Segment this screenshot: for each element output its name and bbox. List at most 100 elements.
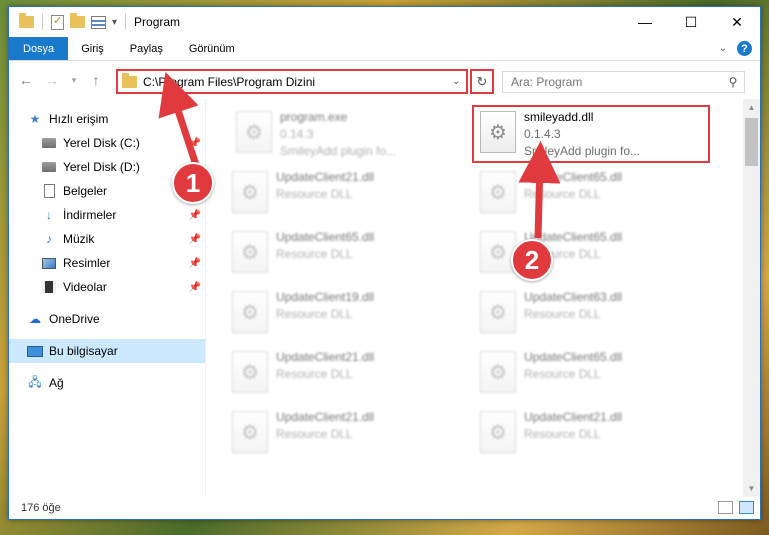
file-description: Resource DLL bbox=[524, 187, 601, 201]
file-name: UpdateClient19.dll bbox=[276, 290, 375, 304]
folder-icon bbox=[19, 13, 34, 28]
file-item[interactable]: ⚙ UpdateClient63.dll Resource DLL bbox=[480, 289, 716, 339]
file-description: Resource DLL bbox=[276, 427, 353, 441]
file-version: 0.14.3 bbox=[280, 127, 314, 141]
nav-label: Yerel Disk (D:) bbox=[63, 160, 140, 174]
search-input[interactable] bbox=[511, 75, 722, 89]
disk-icon bbox=[41, 159, 57, 175]
maximize-button[interactable]: ☐ bbox=[668, 7, 714, 37]
new-folder-icon[interactable] bbox=[70, 13, 85, 28]
toolbar-divider bbox=[42, 14, 43, 30]
nav-label: Belgeler bbox=[63, 184, 108, 198]
file-description: Resource DLL bbox=[524, 427, 601, 441]
dll-gear-icon: ⚙ bbox=[480, 351, 516, 393]
expand-ribbon-chevron-icon[interactable]: ⌄ bbox=[719, 43, 727, 54]
file-description: Resource DLL bbox=[276, 367, 353, 381]
file-name: UpdateClient21.dll bbox=[276, 410, 375, 424]
details-view-icon[interactable] bbox=[718, 501, 733, 514]
file-item[interactable]: ⚙ UpdateClient65.dll Resource DLL bbox=[480, 169, 716, 219]
customize-toolbar-chevron-icon[interactable]: ▾ bbox=[112, 17, 117, 28]
executable-icon: ⚙ bbox=[236, 111, 272, 153]
computer-icon bbox=[27, 343, 43, 359]
tiles-view-icon[interactable] bbox=[739, 501, 754, 514]
nav-label: Müzik bbox=[63, 232, 95, 246]
scrollbar-thumb[interactable] bbox=[745, 118, 758, 166]
callout-badge-2: 2 bbox=[511, 239, 553, 281]
file-item[interactable]: ⚙ program.exe 0.14.3 SmileyAdd plugin fo… bbox=[236, 109, 472, 159]
file-name: UpdateClient21.dll bbox=[524, 410, 623, 424]
dll-gear-icon: ⚙ bbox=[232, 291, 268, 333]
file-item[interactable]: ⚙ UpdateClient21.dll Resource DLL bbox=[232, 169, 468, 219]
dll-gear-icon: ⚙ bbox=[480, 231, 516, 273]
nav-item-videos[interactable]: Videolar 📌 bbox=[9, 275, 205, 299]
file-item[interactable]: ⚙ UpdateClient19.dll Resource DLL bbox=[232, 289, 468, 339]
file-name: UpdateClient21.dll bbox=[276, 170, 375, 184]
dll-gear-icon: ⚙ bbox=[480, 291, 516, 333]
nav-item-local-disk-c[interactable]: Yerel Disk (C:) 📌 bbox=[9, 131, 205, 155]
help-icon[interactable]: ? bbox=[737, 41, 752, 56]
search-icon[interactable]: ⚲ bbox=[722, 75, 744, 89]
nav-quick-access[interactable]: ★ Hızlı erişim bbox=[9, 107, 205, 131]
nav-label: Videolar bbox=[63, 280, 107, 294]
dll-gear-icon: ⚙ bbox=[232, 231, 268, 273]
star-icon: ★ bbox=[29, 112, 41, 126]
dll-gear-icon: ⚙ bbox=[232, 351, 268, 393]
scroll-up-icon[interactable]: ▲ bbox=[743, 99, 760, 116]
minimize-button[interactable]: — bbox=[622, 7, 668, 37]
close-button[interactable]: ✕ bbox=[714, 7, 760, 37]
window-title: Program bbox=[134, 15, 181, 29]
navigation-pane: ★ Hızlı erişim Yerel Disk (C:) 📌 Yerel D… bbox=[9, 99, 206, 497]
nav-network[interactable]: 🖧 Ağ bbox=[9, 371, 205, 395]
address-row: ← → ▾ ↑ C:\Program Files\Program Dizini … bbox=[9, 61, 760, 99]
view-icon[interactable] bbox=[91, 15, 106, 29]
callout-badge-1: 1 bbox=[172, 162, 214, 204]
nav-item-downloads[interactable]: ↓ İndirmeler 📌 bbox=[9, 203, 205, 227]
toolbar-divider bbox=[125, 14, 127, 30]
nav-this-pc[interactable]: Bu bilgisayar bbox=[9, 339, 205, 363]
dll-gear-icon: ⚙ bbox=[232, 171, 268, 213]
file-name: UpdateClient65.dll bbox=[524, 350, 623, 364]
tab-dosya[interactable]: Dosya bbox=[9, 37, 69, 60]
pin-icon: 📌 bbox=[188, 233, 201, 245]
nav-label: OneDrive bbox=[49, 312, 100, 326]
music-icon: ♪ bbox=[46, 232, 52, 246]
file-name: UpdateClient21.dll bbox=[276, 350, 375, 364]
up-button[interactable]: ↑ bbox=[85, 69, 107, 91]
refresh-button[interactable]: ↻ bbox=[470, 69, 494, 94]
tab-gorunum[interactable]: Görünüm bbox=[176, 37, 248, 60]
address-bar[interactable]: C:\Program Files\Program Dizini ⌄ bbox=[116, 69, 468, 94]
file-name: UpdateClient63.dll bbox=[524, 290, 623, 304]
ribbon-right-controls: ⌄ ? bbox=[719, 41, 752, 56]
vertical-scrollbar[interactable]: ▲ ▼ bbox=[743, 99, 760, 497]
tab-giris[interactable]: Giriş bbox=[68, 37, 117, 60]
disk-icon bbox=[41, 135, 57, 151]
back-button[interactable]: ← bbox=[15, 69, 37, 91]
file-item[interactable]: ⚙ UpdateClient65.dll Resource DLL bbox=[480, 349, 716, 399]
file-item[interactable]: ⚙ UpdateClient21.dll Resource DLL bbox=[480, 409, 716, 459]
address-dropdown-chevron-icon[interactable]: ⌄ bbox=[452, 76, 466, 87]
scroll-down-icon[interactable]: ▼ bbox=[743, 480, 760, 497]
file-item[interactable]: ⚙ UpdateClient65.dll Resource DLL bbox=[232, 229, 468, 279]
download-icon: ↓ bbox=[46, 208, 52, 222]
nav-label: Bu bilgisayar bbox=[49, 344, 118, 358]
properties-icon[interactable] bbox=[51, 14, 64, 30]
tab-paylas[interactable]: Paylaş bbox=[117, 37, 176, 60]
nav-onedrive[interactable]: ☁ OneDrive bbox=[9, 307, 205, 331]
file-list: ⚙ program.exe 0.14.3 SmileyAdd plugin fo… bbox=[206, 99, 760, 497]
file-description: Resource DLL bbox=[524, 367, 601, 381]
address-path[interactable]: C:\Program Files\Program Dizini bbox=[143, 75, 452, 89]
highlight-box bbox=[472, 105, 710, 163]
quick-access-toolbar: ▾ bbox=[9, 13, 128, 30]
nav-item-music[interactable]: ♪ Müzik 📌 bbox=[9, 227, 205, 251]
cloud-icon: ☁ bbox=[29, 312, 41, 326]
nav-label: Hızlı erişim bbox=[49, 112, 109, 126]
folder-icon bbox=[122, 72, 137, 88]
nav-item-pictures[interactable]: Resimler 📌 bbox=[9, 251, 205, 275]
item-count: 176 öğe bbox=[21, 502, 61, 514]
forward-button[interactable]: → bbox=[41, 69, 63, 91]
search-box[interactable]: ⚲ bbox=[502, 71, 745, 93]
file-item[interactable]: ⚙ UpdateClient21.dll Resource DLL bbox=[232, 349, 468, 399]
recent-locations-chevron-icon[interactable]: ▾ bbox=[67, 69, 81, 91]
pictures-icon bbox=[41, 255, 57, 271]
file-item[interactable]: ⚙ UpdateClient21.dll Resource DLL bbox=[232, 409, 468, 459]
